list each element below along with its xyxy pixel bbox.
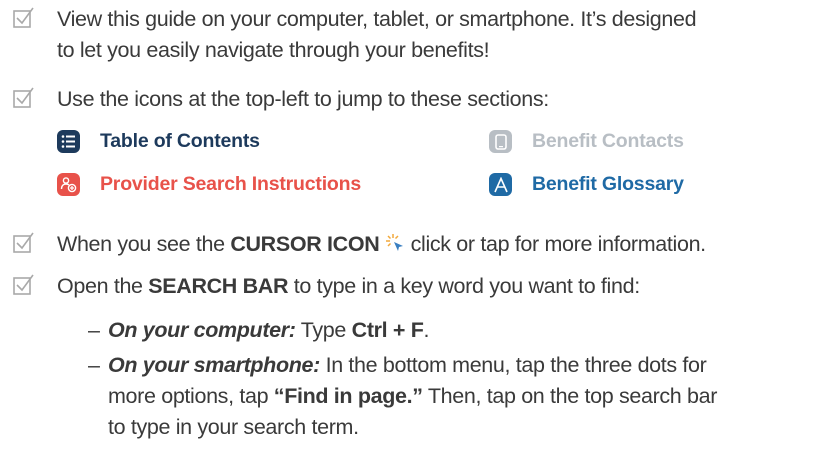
section-label: Benefit Glossary (532, 173, 684, 195)
checkbox-icon (13, 274, 34, 295)
search-tip-computer: – On your computer: Type Ctrl + F. (88, 315, 823, 346)
tip-label: On your smartphone: (108, 353, 320, 377)
tip-label: On your computer: (108, 318, 296, 342)
benefit-glossary-link[interactable]: Benefit Glossary (489, 173, 684, 196)
cursor-icon (386, 234, 403, 251)
tip-text: more options, tap (108, 384, 274, 408)
cursor-icon-label: CURSOR ICON (230, 232, 380, 256)
checklist-item-search: Open the SEARCH BAR to type in a key wor… (0, 271, 827, 302)
tip-text: Type (295, 318, 352, 342)
tip-text: to type in your search term. (108, 415, 359, 439)
section-label: Provider Search Instructions (100, 173, 361, 195)
item-text-line: View this guide on your computer, tablet… (57, 7, 697, 31)
search-tip-smartphone: – On your smartphone: In the bottom menu… (88, 350, 823, 443)
tip-text: In the bottom menu, tap the three dots f… (319, 353, 707, 377)
provider-search-instructions-link[interactable]: Provider Search Instructions (57, 173, 361, 196)
item-text: to type in a key word you want to find: (288, 274, 640, 298)
section-label: Table of Contents (100, 130, 260, 152)
checklist-item-cursor: When you see the CURSOR ICON click or ta… (0, 229, 827, 260)
checkbox-icon (13, 87, 34, 108)
item-text: When you see the (57, 232, 231, 256)
item-text: click or tap for more information. (405, 232, 707, 256)
glossary-icon (489, 173, 512, 196)
provider-search-icon (57, 173, 80, 196)
checkbox-icon (13, 232, 34, 253)
checklist-item-view-guide: View this guide on your computer, tablet… (0, 4, 827, 66)
tip-text: Then, tap on the top search bar (422, 384, 718, 408)
dash-bullet: – (88, 318, 100, 342)
list-icon (57, 130, 80, 153)
phone-icon (489, 130, 512, 153)
item-text: Use the icons at the top-left to jump to… (57, 87, 549, 111)
table-of-contents-link[interactable]: Table of Contents (57, 130, 260, 153)
checklist-item-icons: Use the icons at the top-left to jump to… (0, 84, 827, 115)
find-in-page-label: “Find in page.” (273, 384, 423, 408)
benefit-contacts-link[interactable]: Benefit Contacts (489, 130, 684, 153)
item-text-line: to let you easily navigate through your … (57, 38, 490, 62)
shortcut-keys: Ctrl + F (351, 318, 424, 342)
dash-bullet: – (88, 353, 100, 377)
tip-text: . (423, 318, 430, 342)
item-text: Open the (57, 274, 149, 298)
search-bar-label: SEARCH BAR (148, 274, 289, 298)
checkbox-icon (13, 7, 34, 28)
section-label: Benefit Contacts (532, 130, 684, 152)
